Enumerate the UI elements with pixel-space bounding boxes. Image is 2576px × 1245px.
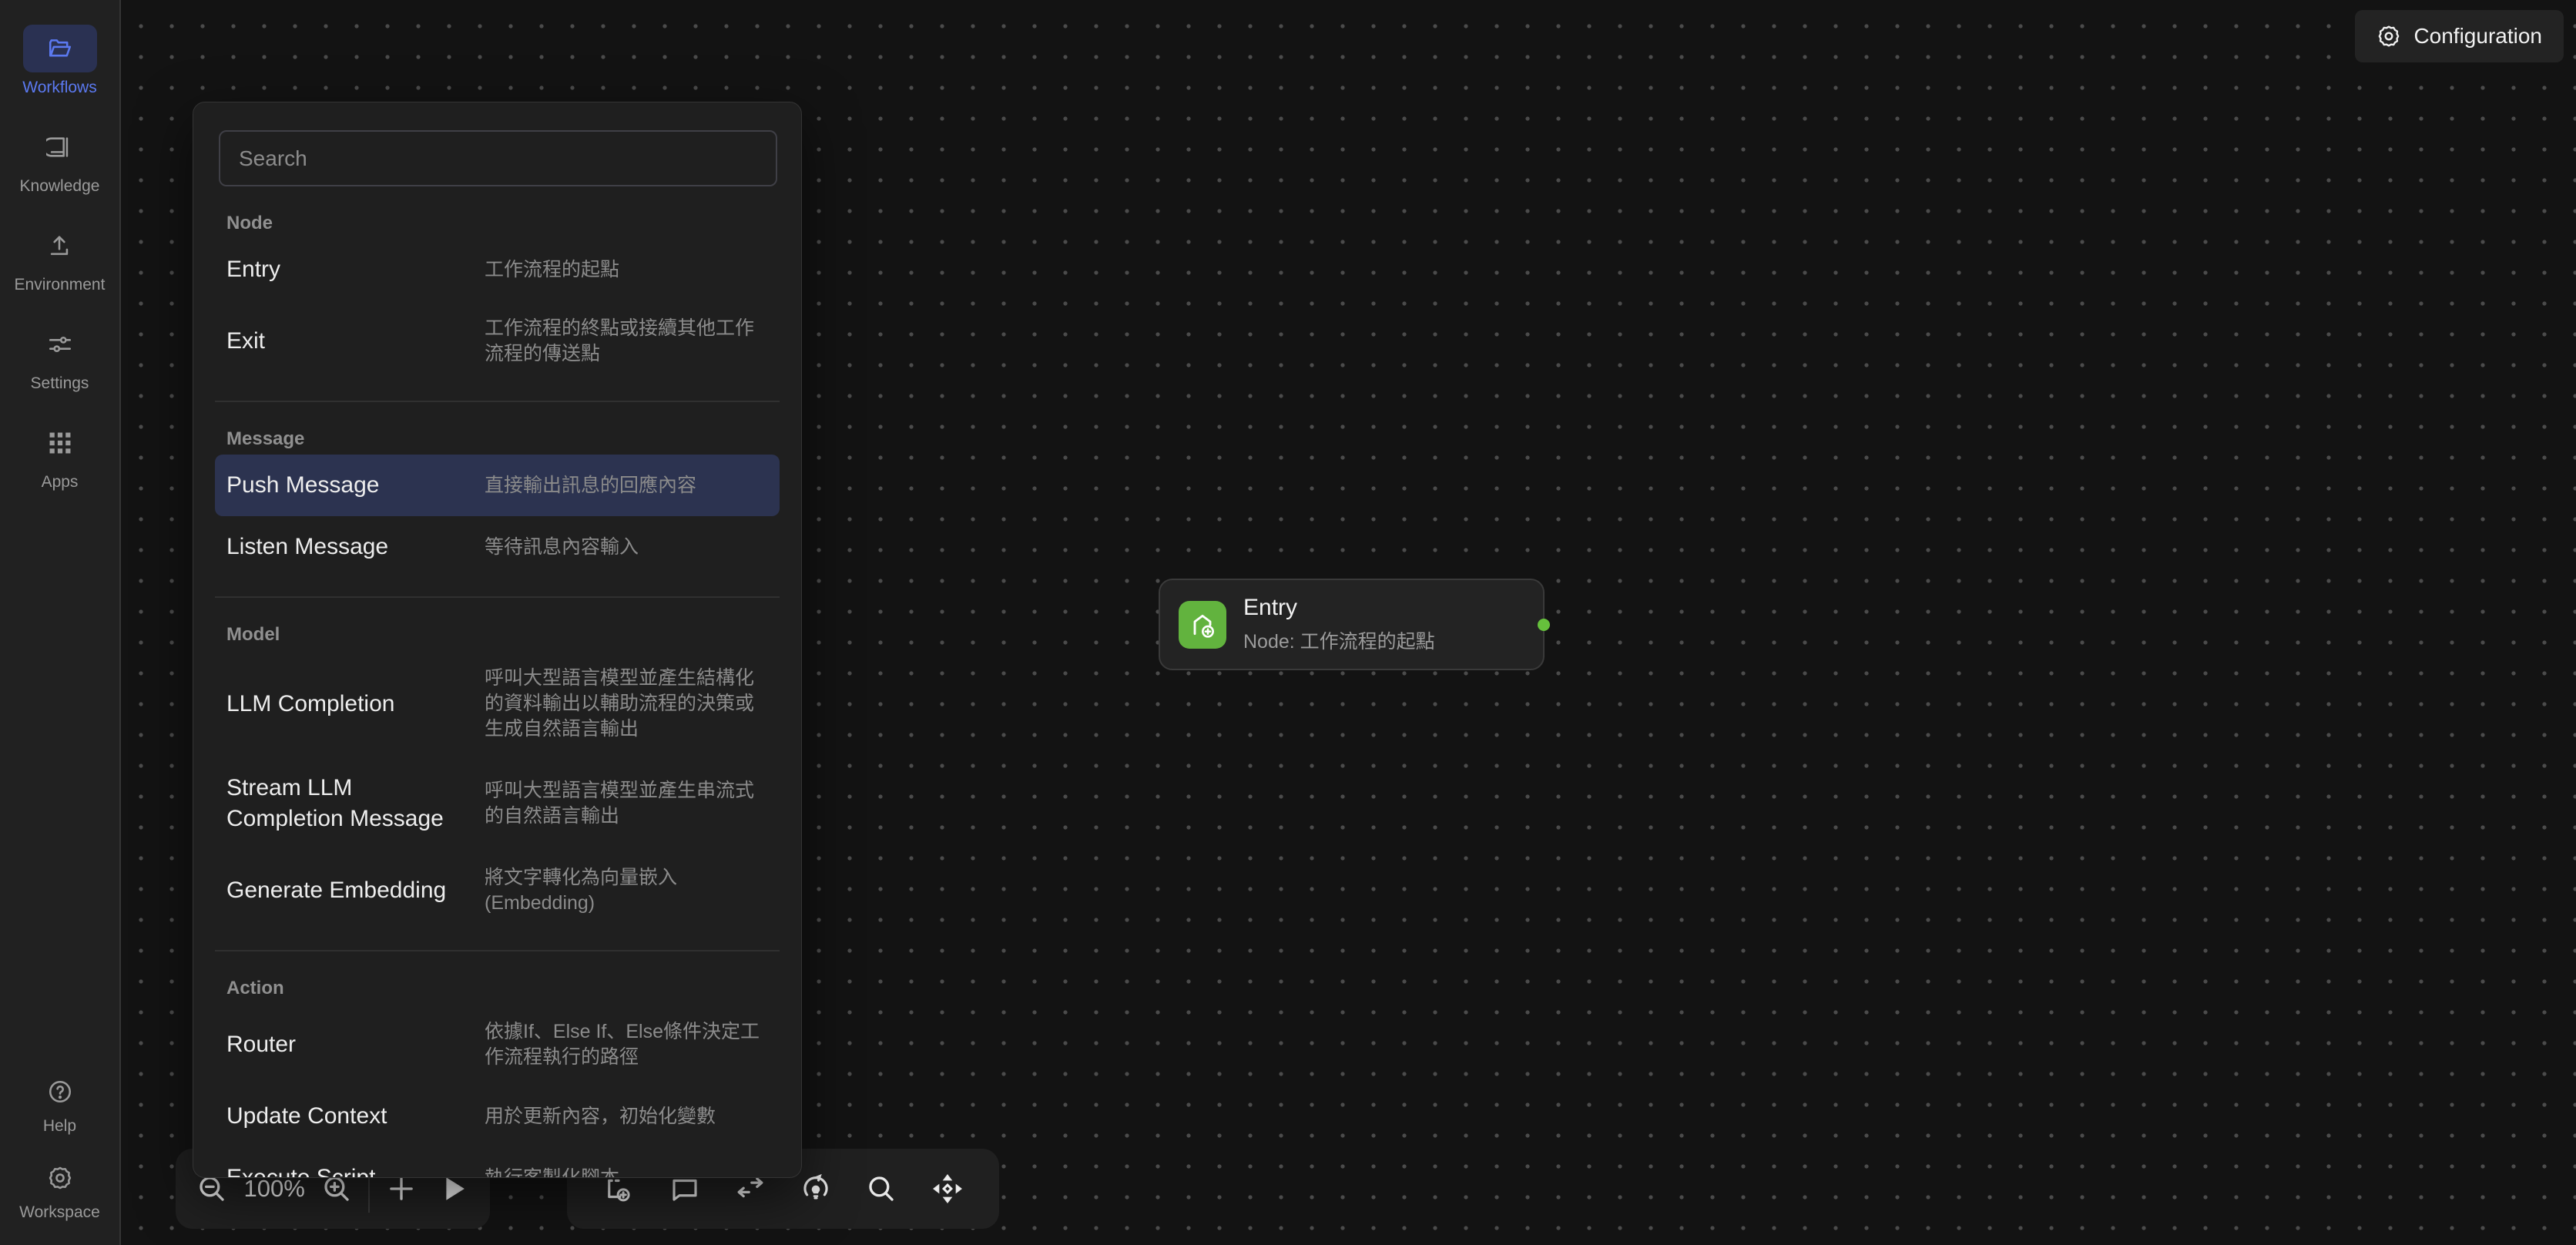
search-input[interactable] bbox=[219, 130, 777, 186]
pan-icon bbox=[931, 1173, 964, 1205]
palette-item-generate-embedding[interactable]: Generate Embedding 將文字轉化為向量嵌入 (Embedding… bbox=[215, 850, 780, 931]
apps-grid-icon bbox=[23, 419, 97, 467]
sidebar-item-label: Workspace bbox=[19, 1203, 100, 1222]
sidebar-item-apps[interactable]: Apps bbox=[23, 419, 97, 492]
palette-item-router[interactable]: Router 依據If、Else If、Else條件決定工作流程執行的路徑 bbox=[215, 1004, 780, 1086]
configuration-label: Configuration bbox=[2413, 24, 2542, 49]
sidebar-item-workflows[interactable]: Workflows bbox=[22, 25, 96, 97]
sidebar-item-label: Settings bbox=[31, 374, 89, 393]
configuration-button[interactable]: Configuration bbox=[2355, 10, 2564, 62]
gear-icon bbox=[23, 1159, 97, 1197]
gear-icon bbox=[2376, 24, 2401, 49]
palette-item-llm-completion[interactable]: LLM Completion 呼叫大型語言模型並產生結構化的資料輸出以輔助流程的… bbox=[215, 650, 780, 757]
sidebar-item-help[interactable]: Help bbox=[23, 1072, 97, 1136]
palette-item-stream-llm-completion-message[interactable]: Stream LLM Completion Message 呼叫大型語言模型並產… bbox=[215, 757, 780, 850]
section-title-node: Node bbox=[226, 213, 801, 234]
palette-item-execute-script[interactable]: Execute Script 執行客製化腳本 bbox=[215, 1147, 780, 1178]
auto-layout-icon bbox=[800, 1173, 832, 1205]
sliders-icon bbox=[23, 320, 97, 368]
palette-item-push-message[interactable]: Push Message 直接輸出訊息的回應內容 bbox=[215, 455, 780, 516]
node-title: Entry bbox=[1243, 595, 1435, 621]
section-divider bbox=[215, 401, 780, 402]
sidebar-item-label: Help bbox=[43, 1117, 76, 1136]
book-icon bbox=[22, 123, 96, 171]
node-palette-panel: Node Entry 工作流程的起點 Exit 工作流程的終點或接續其他工作流程… bbox=[193, 102, 802, 1178]
sidebar-item-knowledge[interactable]: Knowledge bbox=[20, 123, 100, 196]
sidebar-item-workspace[interactable]: Workspace bbox=[19, 1159, 100, 1222]
entry-node-texts: Entry Node: 工作流程的起點 bbox=[1243, 595, 1435, 654]
palette-item-update-context[interactable]: Update Context 用於更新內容，初始化變數 bbox=[215, 1086, 780, 1147]
palette-item-entry[interactable]: Entry 工作流程的起點 bbox=[215, 239, 780, 300]
pan-mode-button[interactable] bbox=[927, 1169, 968, 1209]
section-divider bbox=[215, 596, 780, 598]
help-circle-icon bbox=[23, 1072, 97, 1111]
section-title-action: Action bbox=[226, 978, 801, 999]
workflow-editor-app: Workflows Knowledge Environment bbox=[0, 0, 2576, 1245]
auto-layout-button[interactable] bbox=[796, 1169, 836, 1209]
section-divider bbox=[215, 950, 780, 951]
node-output-port[interactable] bbox=[1538, 619, 1550, 631]
zoom-level[interactable]: 100% bbox=[243, 1175, 304, 1203]
sidebar-bottom: Help Workspace bbox=[19, 1072, 100, 1245]
node-subtitle: Node: 工作流程的起點 bbox=[1243, 626, 1435, 654]
search-canvas-button[interactable] bbox=[861, 1169, 901, 1209]
sidebar-item-label: Apps bbox=[42, 473, 79, 492]
palette-item-exit[interactable]: Exit 工作流程的終點或接續其他工作流程的傳送點 bbox=[215, 300, 780, 382]
entry-node[interactable]: Entry Node: 工作流程的起點 bbox=[1159, 579, 1545, 670]
sidebar-item-label: Knowledge bbox=[20, 177, 100, 196]
upload-icon bbox=[22, 222, 96, 270]
palette-item-listen-message[interactable]: Listen Message 等待訊息內容輸入 bbox=[215, 516, 780, 578]
section-title-message: Message bbox=[226, 428, 801, 450]
folder-open-icon bbox=[23, 25, 97, 72]
sidebar-item-label: Workflows bbox=[22, 79, 96, 97]
sidebar-item-environment[interactable]: Environment bbox=[15, 222, 106, 294]
entry-node-icon bbox=[1179, 601, 1226, 649]
sidebar: Workflows Knowledge Environment bbox=[0, 0, 121, 1245]
sidebar-item-label: Environment bbox=[15, 276, 106, 294]
search-icon bbox=[865, 1173, 897, 1205]
section-title-model: Model bbox=[226, 624, 801, 646]
sidebar-item-settings[interactable]: Settings bbox=[23, 320, 97, 393]
